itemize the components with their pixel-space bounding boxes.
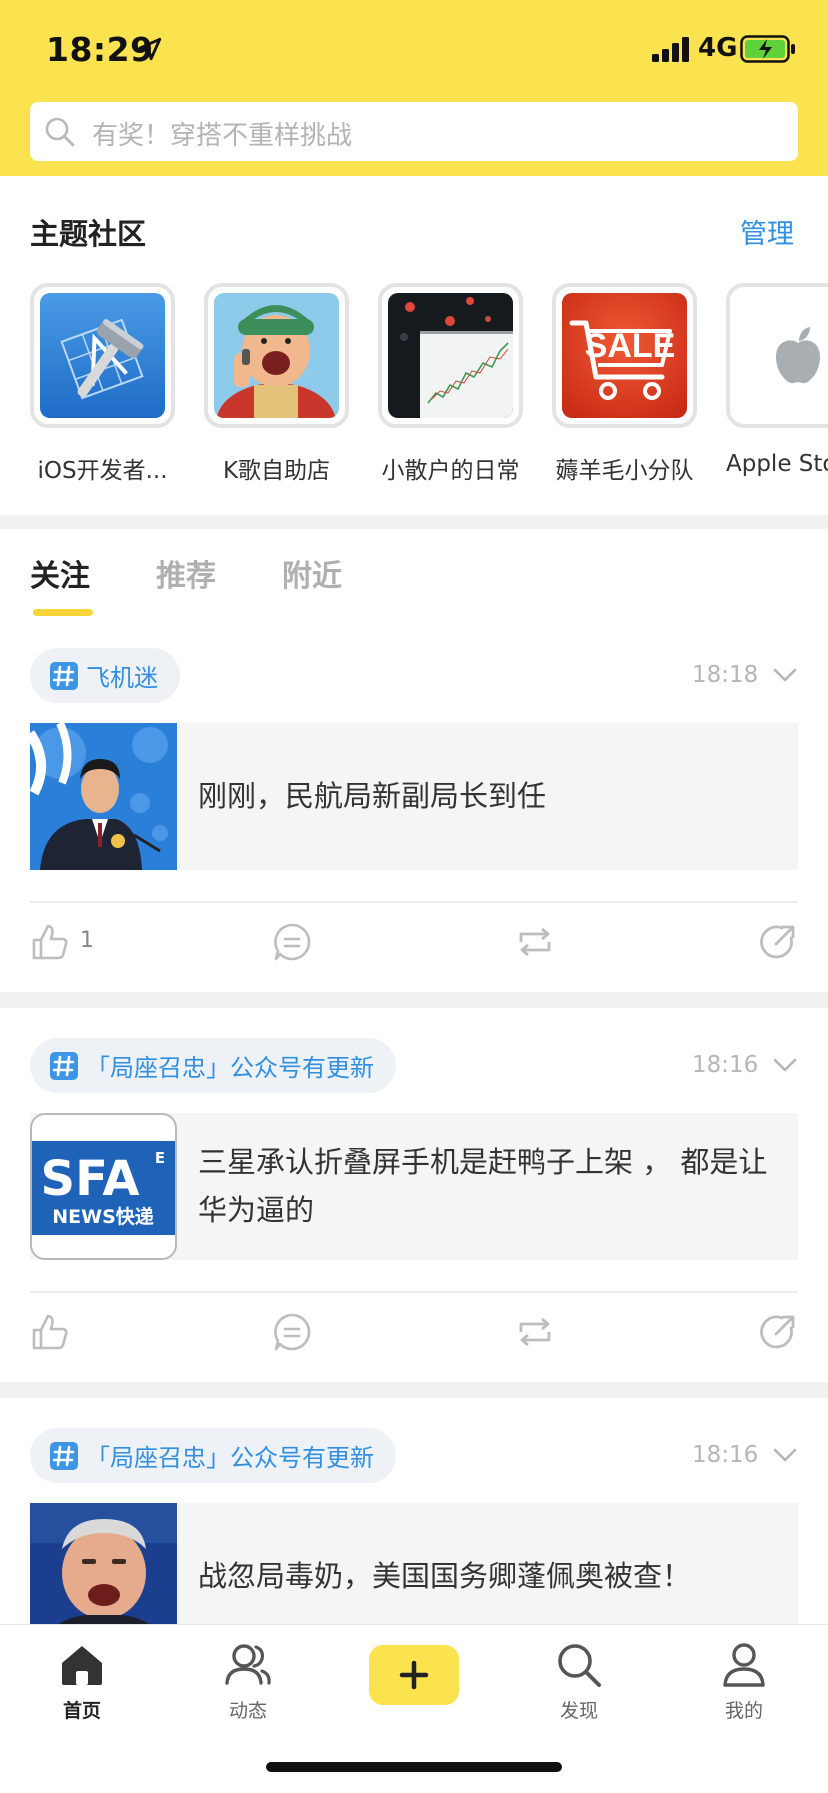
search-placeholder: 有奖！穿搭不重样挑战 [92, 121, 353, 151]
stock-chart-image [388, 293, 513, 418]
post-time: 18:18 [692, 662, 759, 688]
community-apple-store[interactable]: Apple Sto [726, 283, 828, 477]
article-card[interactable]: 刚刚，民航局新副局长到任 [30, 723, 798, 870]
home-icon [62, 1646, 102, 1685]
article-title: 三星承认折叠屏手机是赶鸭子上架 ， 都是让华为逼的 [198, 1145, 768, 1227]
profile-icon [723, 1643, 765, 1687]
search-icon [558, 1644, 601, 1687]
section-divider [0, 515, 828, 529]
topic-tag[interactable]: 飞机迷 [30, 648, 180, 703]
community-deals[interactable]: SALE 薅羊毛小分队 [552, 283, 697, 483]
logo-sup-text: E [155, 1149, 165, 1167]
topic-tag[interactable]: 「局座召忠」公众号有更新 [30, 1038, 396, 1093]
chevron-down-icon[interactable] [772, 1056, 798, 1074]
repost-icon[interactable] [515, 922, 555, 962]
comment-icon[interactable] [272, 922, 312, 962]
nav-home[interactable]: 首页 [32, 1641, 132, 1723]
post-divider [0, 992, 828, 1008]
community-label: K歌自助店 [222, 458, 331, 483]
repost-icon[interactable] [515, 1312, 555, 1352]
article-card[interactable]: 战忽局毒奶，美国国务卿蓬佩奥被查！ [30, 1503, 798, 1624]
divider [30, 1291, 798, 1293]
logo-sub-text: NEWS快递 [52, 1205, 154, 1228]
network-type: 4G [698, 33, 738, 63]
share-icon[interactable] [758, 1312, 798, 1352]
manage-communities-link[interactable]: 管理 [740, 212, 794, 251]
article-title: 刚刚，民航局新副局长到任 [198, 779, 547, 813]
sale-cart-icon: SALE [562, 293, 687, 418]
like-count: 1 [80, 928, 94, 953]
hashtag-icon [50, 661, 78, 690]
post-divider [0, 1382, 828, 1398]
singing-cartoon-image [214, 293, 339, 418]
feed-post: 「局座召忠」公众号有更新 18:16 SFA E NEWS快递 三星承认折叠屏手… [0, 1038, 828, 1378]
community-k-song[interactable]: K歌自助店 [204, 283, 349, 483]
search-icon [45, 117, 75, 147]
feed-post: 「局座召忠」公众号有更新 18:16 战忽局毒奶，美国国务卿蓬佩奥被查！ [0, 1428, 828, 1624]
like-icon[interactable] [30, 922, 70, 962]
search-bar[interactable]: 有奖！穿搭不重样挑战 [30, 102, 798, 161]
chevron-down-icon[interactable] [772, 666, 798, 684]
community-ios-developers[interactable]: iOS开发者... [30, 283, 175, 483]
battery-charging-icon [740, 35, 795, 63]
nav-label: 首页 [62, 1700, 101, 1722]
nav-profile[interactable]: 我的 [694, 1641, 794, 1723]
article-card[interactable]: SFA E NEWS快递 三星承认折叠屏手机是赶鸭子上架 ， 都是让华为逼的 [30, 1113, 798, 1260]
nav-label: 动态 [228, 1700, 267, 1722]
topic-name: 飞机迷 [86, 664, 158, 692]
community-label: iOS开发者... [37, 458, 168, 483]
article-title: 战忽局毒奶，美国国务卿蓬佩奥被查！ [198, 1559, 692, 1593]
nav-label: 我的 [724, 1700, 763, 1722]
feed-post: 飞机迷 18:18 刚刚，民航局新副局长到任 1 [0, 648, 828, 988]
compose-button[interactable] [369, 1645, 459, 1705]
active-tab-indicator [33, 609, 93, 616]
topic-name: 「局座召忠」公众号有更新 [86, 1054, 374, 1082]
divider [30, 901, 798, 903]
home-indicator [266, 1762, 562, 1772]
tab-recommended[interactable]: 推荐 [156, 551, 216, 595]
community-label: 小散户的日常 [381, 458, 520, 483]
nav-label: 发现 [559, 1700, 598, 1722]
post-time: 18:16 [692, 1442, 759, 1468]
comment-icon[interactable] [272, 1312, 312, 1352]
like-icon[interactable] [30, 1312, 70, 1352]
location-arrow-icon [138, 37, 162, 61]
community-label: Apple Sto [726, 451, 828, 477]
tab-following[interactable]: 关注 [30, 551, 90, 595]
topic-tag[interactable]: 「局座召忠」公众号有更新 [30, 1428, 396, 1483]
community-label: 薅羊毛小分队 [555, 458, 694, 483]
share-icon[interactable] [758, 922, 798, 962]
plus-icon [399, 1660, 429, 1690]
sfa-news-logo: SFA E NEWS快递 [30, 1113, 177, 1260]
post-time: 18:16 [692, 1052, 759, 1078]
hashtag-icon [50, 1441, 78, 1470]
app-header: 18:29 4G 有奖！穿搭不重样挑战 [0, 0, 828, 176]
nav-discover[interactable]: 发现 [529, 1641, 629, 1723]
status-bar: 18:29 4G [0, 0, 828, 100]
community-carousel[interactable]: iOS开发者... K歌自助店 小散户的日常 SALE 薅羊毛小分队 Apple… [0, 283, 828, 483]
people-icon [225, 1644, 271, 1685]
cellular-signal-icon [652, 37, 689, 62]
official-speaking-photo [30, 723, 177, 870]
chevron-down-icon[interactable] [772, 1446, 798, 1464]
logo-main-text: SFA [41, 1151, 140, 1207]
hashtag-icon [50, 1051, 78, 1080]
topic-name: 「局座召忠」公众号有更新 [86, 1444, 374, 1472]
communities-title: 主题社区 [30, 217, 147, 251]
nav-activity[interactable]: 动态 [198, 1641, 298, 1723]
politician-photo [30, 1503, 177, 1624]
xcode-icon [40, 293, 165, 418]
apple-logo-icon [736, 293, 828, 418]
community-retail-investor[interactable]: 小散户的日常 [378, 283, 523, 483]
tab-nearby[interactable]: 附近 [282, 551, 342, 595]
svg-text:SALE: SALE [585, 327, 676, 365]
